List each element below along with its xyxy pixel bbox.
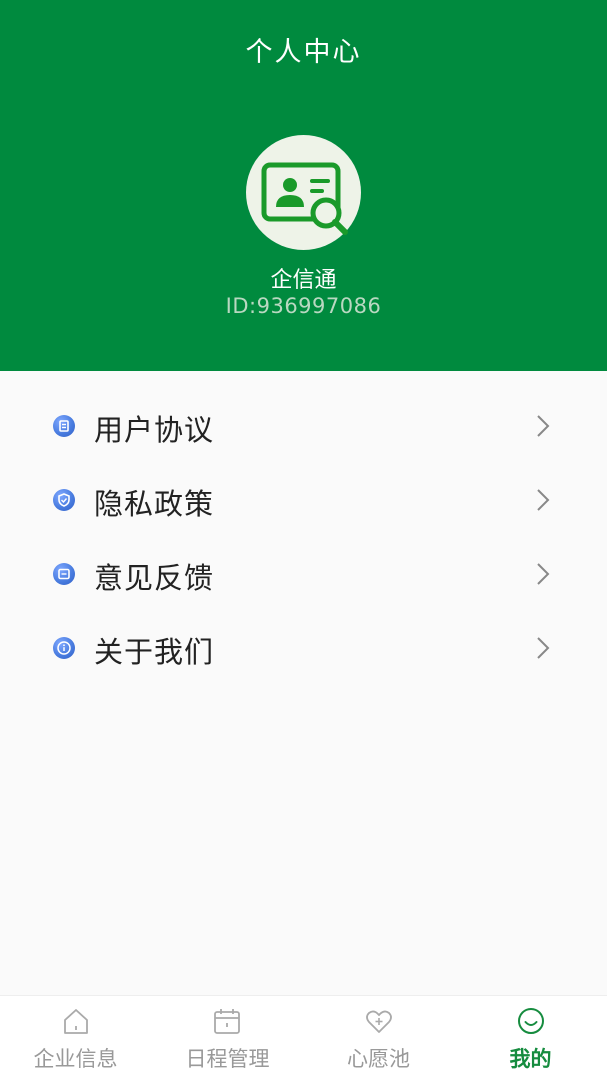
menu-item-privacy-policy[interactable]: 隐私政策 (0, 463, 607, 537)
menu-item-user-agreement[interactable]: 用户协议 (0, 389, 607, 463)
document-icon (53, 415, 75, 437)
tab-wish-pool[interactable]: 心愿池 (303, 996, 454, 1080)
tab-mine[interactable]: 我的 (455, 996, 606, 1080)
tab-company-info[interactable]: 企业信息 (0, 996, 151, 1080)
page-title: 个人中心 (245, 37, 362, 68)
user-name: 企信通 (270, 268, 337, 293)
smile-icon (518, 1008, 544, 1034)
settings-menu: 用户协议 隐私政策 意见反馈 关于我们 (0, 389, 607, 685)
calendar-icon (214, 1009, 240, 1034)
menu-item-label: 用户协议 (94, 413, 215, 447)
id-card-search-icon (261, 162, 348, 235)
menu-item-label: 隐私政策 (94, 487, 215, 521)
tab-label: 我的 (509, 1047, 552, 1071)
tab-label: 企业信息 (33, 1047, 118, 1071)
user-id: ID:936997086 (225, 294, 382, 318)
tab-label: 日程管理 (185, 1047, 270, 1071)
chevron-right-icon (537, 489, 550, 511)
tab-label: 心愿池 (347, 1047, 410, 1071)
feedback-icon (53, 563, 75, 585)
menu-item-label: 关于我们 (94, 635, 215, 669)
bottom-tab-bar: 企业信息 日程管理 心愿池 我的 (0, 995, 607, 1080)
home-icon (64, 1009, 88, 1034)
profile-header: 个人中心 企信通 ID:936997086 (0, 0, 607, 371)
chevron-right-icon (537, 563, 550, 585)
chevron-right-icon (537, 415, 550, 437)
tab-schedule[interactable]: 日程管理 (152, 996, 303, 1080)
info-icon (53, 637, 75, 659)
menu-item-label: 意见反馈 (94, 561, 215, 595)
heart-plus-icon (366, 1010, 392, 1033)
avatar[interactable] (246, 135, 361, 250)
menu-item-about-us[interactable]: 关于我们 (0, 611, 607, 685)
shield-icon (53, 489, 75, 511)
menu-item-feedback[interactable]: 意见反馈 (0, 537, 607, 611)
chevron-right-icon (537, 637, 550, 659)
